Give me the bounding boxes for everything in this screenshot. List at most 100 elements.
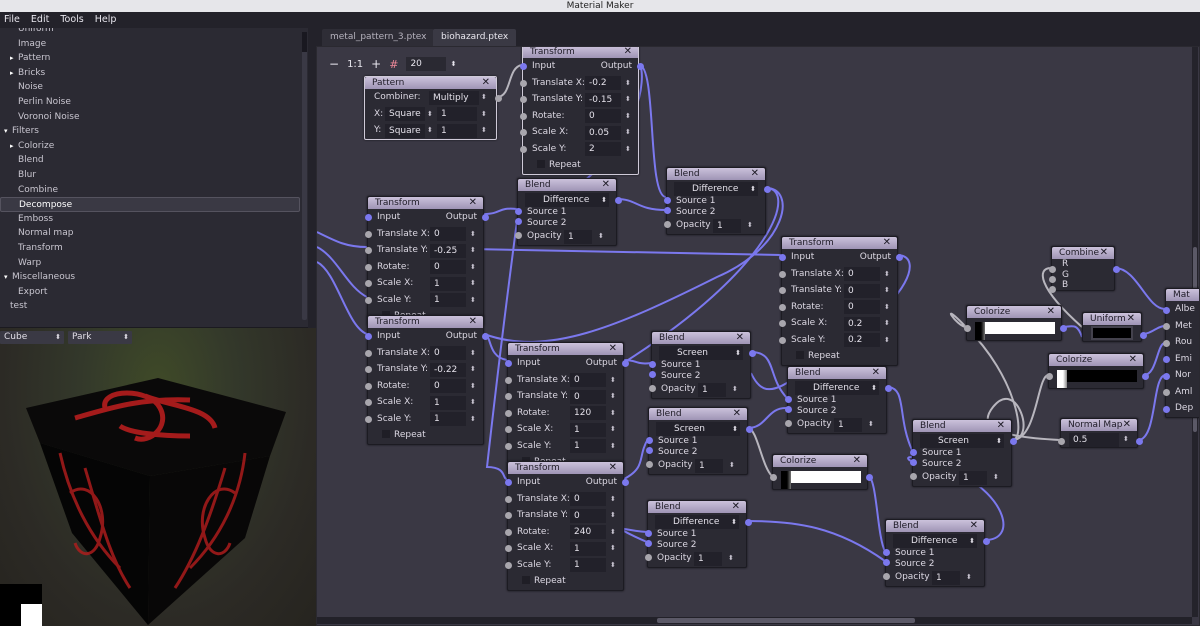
port[interactable] <box>481 332 489 340</box>
blend-node[interactable]: Blend ✕ Screen ⬍ Source 1 Source 2 Opacity 1 ⬍ <box>909 419 1017 487</box>
close-icon[interactable]: ✕ <box>1127 313 1135 325</box>
port[interactable] <box>778 303 786 311</box>
port[interactable] <box>1135 437 1143 445</box>
close-icon[interactable]: ✕ <box>1129 354 1137 366</box>
port[interactable] <box>621 478 629 486</box>
library-item[interactable]: ▸ Pattern <box>0 51 300 66</box>
spin-arrows-icon[interactable]: ⬍ <box>610 405 616 422</box>
port[interactable] <box>895 253 903 261</box>
port[interactable] <box>364 366 372 373</box>
spin-arrows-icon[interactable]: ⬍ <box>610 372 616 389</box>
param-input[interactable]: 0 <box>844 267 880 281</box>
param-input[interactable]: 0 <box>844 300 880 314</box>
normal-map-node[interactable]: Normal Map ✕ 0.5 ⬍ <box>1057 418 1143 448</box>
transform-node[interactable]: Transform ✕ Input Output Translate X: 0 ⬍ Trans… <box>504 461 629 591</box>
blend-node-header[interactable]: Blend ✕ <box>649 408 747 420</box>
port[interactable] <box>778 320 786 327</box>
port[interactable] <box>621 359 629 367</box>
gradient-editor[interactable] <box>781 471 861 483</box>
port[interactable] <box>364 280 372 287</box>
zoom-in-button[interactable]: + <box>371 57 381 71</box>
port[interactable] <box>1141 372 1149 380</box>
param-input[interactable]: 0.2 <box>844 316 880 331</box>
transform-node-header[interactable]: Transform ✕ <box>782 237 897 249</box>
spin-arrows-icon[interactable]: ⬍ <box>451 57 457 71</box>
port[interactable] <box>1048 275 1056 283</box>
menu-file[interactable]: File <box>4 12 20 29</box>
transform-node-header[interactable]: Transform ✕ <box>523 47 638 58</box>
close-icon[interactable]: ✕ <box>1047 306 1055 318</box>
param-input[interactable]: 0 <box>430 227 466 241</box>
port[interactable] <box>1048 265 1056 273</box>
collapsed-arrow-icon[interactable]: ▸ <box>10 51 18 66</box>
spin-arrows-icon[interactable]: ⬍ <box>470 361 476 378</box>
port[interactable] <box>504 393 512 400</box>
spin-arrows-icon[interactable]: ⬍ <box>481 122 487 139</box>
port[interactable] <box>504 545 512 552</box>
spin-arrows-icon[interactable]: ⬍ <box>610 540 616 557</box>
param-input[interactable]: 1 <box>430 276 466 291</box>
blend-mode-select[interactable]: Screen ⬍ <box>656 422 740 436</box>
port[interactable] <box>514 231 522 239</box>
library-item[interactable]: Warp <box>0 256 300 271</box>
spin-arrows-icon[interactable]: ⬍ <box>884 299 890 316</box>
port[interactable] <box>748 349 756 357</box>
param-input[interactable]: 1 <box>430 412 466 426</box>
close-icon[interactable]: ✕ <box>1100 247 1108 259</box>
port[interactable] <box>504 512 512 519</box>
library-item[interactable]: Image <box>0 37 300 52</box>
port[interactable] <box>1139 331 1147 339</box>
spin-arrows-icon[interactable]: ⬍ <box>610 491 616 508</box>
library-item[interactable]: Voronoi Noise <box>0 110 300 125</box>
spin-arrows-icon[interactable]: ⬍ <box>610 524 616 541</box>
port[interactable] <box>778 287 786 294</box>
transform-node-header[interactable]: Transform ✕ <box>368 316 483 328</box>
port[interactable] <box>644 529 652 537</box>
spin-arrows-icon[interactable]: ⬍ <box>610 557 616 574</box>
pattern-node-header[interactable]: Pattern ✕ <box>365 77 496 89</box>
menu-edit[interactable]: Edit <box>31 12 49 29</box>
port[interactable] <box>519 112 527 120</box>
close-icon[interactable]: ✕ <box>624 47 632 58</box>
close-icon[interactable]: ✕ <box>469 197 477 209</box>
close-icon[interactable]: ✕ <box>609 343 617 355</box>
spin-arrows-icon[interactable]: ⬍ <box>470 378 476 395</box>
colorize-node-header[interactable]: Colorize ✕ <box>967 306 1061 318</box>
param-input[interactable]: 120 <box>570 406 606 420</box>
transform-node[interactable]: Transform ✕ Input Output Translate X: 0 ⬍ Trans… <box>778 236 903 366</box>
port[interactable] <box>519 62 527 70</box>
blend-node-header[interactable]: Blend ✕ <box>886 520 984 532</box>
spin-arrows-icon[interactable]: ⬍ <box>610 421 616 438</box>
x-value-input[interactable]: 1 <box>437 107 477 121</box>
zoom-out-button[interactable]: − <box>329 57 339 71</box>
menu-help[interactable]: Help <box>95 12 117 29</box>
spin-arrows-icon[interactable]: ⬍ <box>470 292 476 309</box>
spin-arrows-icon[interactable]: ⬍ <box>625 141 631 158</box>
spin-arrows-icon[interactable]: ⬍ <box>732 381 738 398</box>
pattern-node[interactable]: Pattern ✕ Combiner: Multiply ⬍ X: Square ⬍ 1 ⬍ Y: S… <box>364 76 502 140</box>
port[interactable] <box>364 263 372 271</box>
spin-arrows-icon[interactable]: ⬍ <box>470 259 476 276</box>
port[interactable] <box>364 415 372 423</box>
library-scroll-thumb[interactable] <box>302 32 307 52</box>
port[interactable] <box>364 247 372 254</box>
spin-arrows-icon[interactable]: ⬍ <box>598 228 604 245</box>
param-input[interactable]: 0 <box>430 346 466 360</box>
port[interactable] <box>645 460 653 468</box>
close-icon[interactable]: ✕ <box>872 367 880 379</box>
close-icon[interactable]: ✕ <box>1123 419 1131 431</box>
param-input[interactable]: 240 <box>570 525 606 539</box>
blend-mode-select[interactable]: Difference ⬍ <box>655 515 739 529</box>
port[interactable] <box>504 478 512 486</box>
port[interactable] <box>1162 389 1170 396</box>
blend-mode-select[interactable]: Difference ⬍ <box>674 182 758 196</box>
spin-arrows-icon[interactable]: ⬍ <box>625 124 631 141</box>
spin-arrows-icon[interactable]: ⬍ <box>1123 431 1129 448</box>
port[interactable] <box>784 419 792 427</box>
port[interactable] <box>663 220 671 228</box>
expanded-arrow-icon[interactable]: ▾ <box>4 124 12 139</box>
transform-node-header[interactable]: Transform ✕ <box>508 462 623 474</box>
close-icon[interactable]: ✕ <box>732 501 740 513</box>
port[interactable] <box>519 129 527 136</box>
x-shape-select[interactable]: Square <box>385 107 425 121</box>
